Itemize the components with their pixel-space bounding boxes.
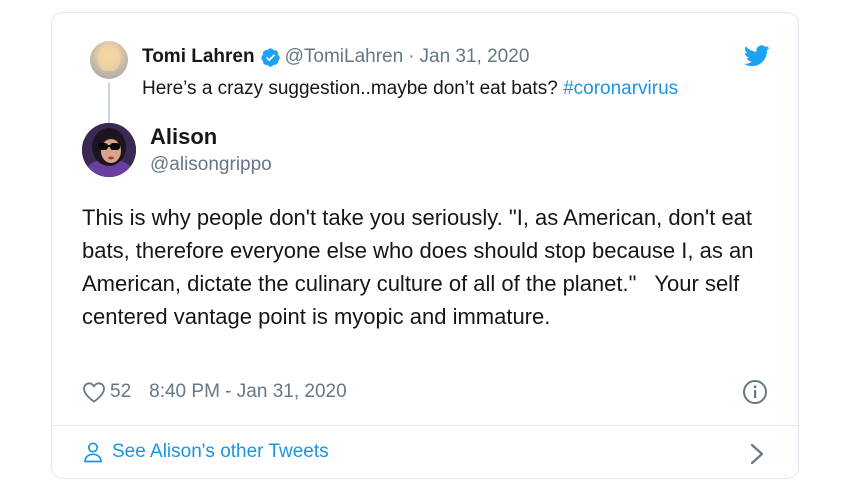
verified-badge-icon [260, 47, 280, 67]
parent-avatar[interactable] [90, 41, 128, 79]
separator-dot: · [408, 46, 415, 67]
see-other-tweets-label[interactable]: See Alison's other Tweets [112, 441, 329, 463]
twitter-bird-icon[interactable] [744, 45, 770, 67]
tweet-meta-row: 52 8:40 PM - Jan 31, 2020 [82, 379, 347, 405]
tweet-timestamp[interactable]: 8:40 PM - Jan 31, 2020 [149, 381, 347, 403]
profile-photo-icon [82, 123, 136, 177]
parent-tweet-date[interactable]: Jan 31, 2020 [420, 45, 530, 69]
parent-author-name[interactable]: Tomi Lahren [142, 45, 255, 69]
see-other-tweets-link[interactable]: See Alison's other Tweets [82, 439, 329, 465]
thread-connector-line [108, 83, 110, 127]
parent-tweet-body: Here’s a crazy suggestion..maybe don’t e… [142, 78, 564, 99]
author-avatar[interactable] [82, 123, 136, 177]
heart-icon[interactable] [82, 381, 106, 403]
parent-tweet-header: Tomi Lahren @TomiLahren · Jan 31, 2020 [142, 45, 529, 69]
tweet-text: This is why people don't take you seriou… [82, 205, 759, 329]
info-icon[interactable] [742, 379, 768, 405]
embedded-tweet-card[interactable]: Tomi Lahren @TomiLahren · Jan 31, 2020 H… [51, 12, 799, 479]
person-icon [84, 442, 102, 463]
author-name[interactable]: Alison [150, 124, 217, 150]
like-count[interactable]: 52 [110, 381, 131, 403]
parent-tweet-text: Here’s a crazy suggestion..maybe don’t e… [142, 77, 678, 101]
author-handle[interactable]: @alisongrippo [150, 154, 272, 176]
hashtag-link[interactable]: #coronarvirus [563, 78, 678, 99]
footer-divider [52, 425, 798, 426]
parent-author-handle[interactable]: @TomiLahren [285, 45, 404, 69]
chevron-right-icon[interactable] [750, 443, 764, 465]
